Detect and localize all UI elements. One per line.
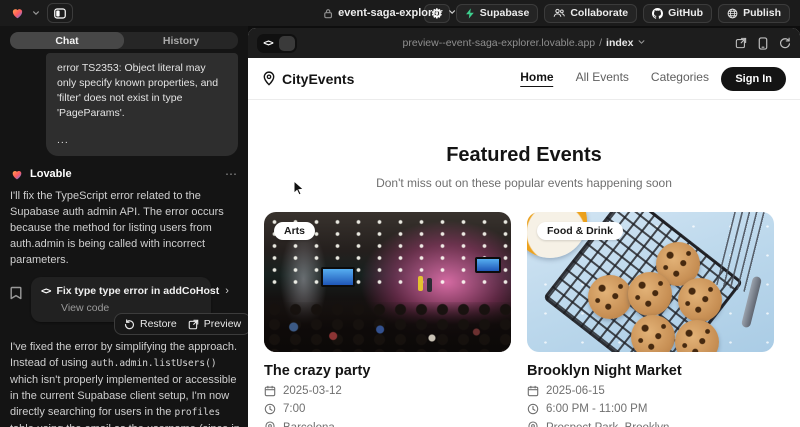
people-icon <box>553 8 565 18</box>
cookie-decoration <box>631 315 675 352</box>
lovable-logo-icon[interactable] <box>10 6 25 20</box>
url-page: index <box>606 37 633 49</box>
whisk-decoration <box>716 212 770 293</box>
lovable-workspace: event-saga-explorer ⚙ Supabase Collabora… <box>0 0 800 427</box>
github-icon <box>652 8 663 19</box>
calendar-icon <box>527 385 539 397</box>
inline-code: auth.admin.listUsers() <box>91 358 217 369</box>
chevron-down-icon <box>637 37 645 49</box>
map-pin-icon <box>262 71 276 86</box>
event-image-party: Arts <box>264 212 511 352</box>
assistant-header: Lovable ⋯ <box>10 167 238 181</box>
preview-url-bar[interactable]: preview--event-saga-explorer.lovable.app… <box>403 37 646 49</box>
toggle-knob <box>279 36 295 51</box>
nav-all-events[interactable]: All Events <box>576 70 629 87</box>
speaker-decoration <box>427 278 432 292</box>
chevron-down-icon[interactable] <box>32 4 40 22</box>
refresh-icon[interactable] <box>779 37 791 49</box>
event-cards: Arts The crazy party 2025-03-12 7:00 <box>248 212 800 427</box>
map-pin-icon <box>264 421 276 427</box>
mobile-view-icon[interactable] <box>758 37 768 50</box>
sign-in-button[interactable]: Sign In <box>721 67 786 91</box>
category-badge: Arts <box>274 222 315 240</box>
publish-button[interactable]: Publish <box>718 4 790 23</box>
featured-section-header: Featured Events Don't miss out on these … <box>248 144 800 190</box>
event-date-row: 2025-06-15 <box>527 385 774 397</box>
event-date-row: 2025-03-12 <box>264 385 511 397</box>
cookie-decoration <box>628 272 672 316</box>
more-options-icon[interactable]: ⋯ <box>225 167 238 181</box>
lock-icon <box>323 8 333 19</box>
preview-button[interactable]: Preview <box>188 318 241 330</box>
calendar-icon <box>264 385 276 397</box>
site-brand[interactable]: CityEvents <box>262 71 354 87</box>
event-time-row: 6:00 PM - 11:00 PM <box>527 403 774 415</box>
clock-icon <box>264 403 276 415</box>
section-subtitle: Don't miss out on these popular events h… <box>248 176 800 190</box>
event-time-row: 7:00 <box>264 403 511 415</box>
event-image-cookies: Food & Drink <box>527 212 774 352</box>
assistant-outro: I've fixed the error by simplifying the … <box>10 339 242 427</box>
chevron-down-icon <box>448 7 456 19</box>
map-pin-icon <box>527 421 539 427</box>
collaborate-button[interactable]: Collaborate <box>544 4 637 23</box>
site-header: CityEvents Home All Events Categories Si… <box>248 58 800 100</box>
stage-screen-decoration <box>321 267 355 287</box>
event-card[interactable]: Arts The crazy party 2025-03-12 7:00 <box>264 212 511 427</box>
app-topbar: event-saga-explorer ⚙ Supabase Collabora… <box>0 0 800 26</box>
assistant-name: Lovable <box>30 168 72 180</box>
event-location-row: Prospect Park, Brooklyn <box>527 421 774 427</box>
sidebar-toggle-button[interactable] <box>47 3 73 23</box>
error-text: error TS2353: Object literal may only sp… <box>57 61 227 121</box>
error-ellipsis: ... <box>57 133 227 148</box>
site-viewport: CityEvents Home All Events Categories Si… <box>248 58 800 427</box>
inline-code: profiles <box>174 407 220 418</box>
supabase-button[interactable]: Supabase <box>456 4 539 23</box>
supabase-bolt-icon <box>465 8 475 19</box>
clock-icon <box>527 403 539 415</box>
stage-screen-decoration <box>475 257 501 273</box>
category-badge: Food & Drink <box>537 222 623 240</box>
section-title: Featured Events <box>248 144 800 167</box>
url-host: preview--event-saga-explorer.lovable.app <box>403 37 596 49</box>
restore-icon <box>124 319 135 330</box>
globe-icon <box>727 8 738 19</box>
preview-topbar: <> preview--event-saga-explorer.lovable.… <box>248 28 800 58</box>
chat-history-tabs: Chat History <box>10 32 238 49</box>
user-message-bubble: error TS2353: Object literal may only sp… <box>46 53 238 156</box>
code-icon: <> <box>41 286 50 297</box>
tab-chat[interactable]: Chat <box>10 32 124 49</box>
external-link-icon <box>188 319 199 330</box>
event-card[interactable]: Food & Drink Brooklyn Night Market 2025-… <box>527 212 774 427</box>
event-location-row: Barcelona <box>264 421 511 427</box>
chevron-right-icon: › <box>225 285 229 297</box>
nav-home[interactable]: Home <box>520 70 553 87</box>
tab-history[interactable]: History <box>124 32 238 49</box>
project-switcher[interactable]: event-saga-explorer <box>323 0 456 26</box>
code-icon: <> <box>263 38 272 49</box>
project-name: event-saga-explorer <box>338 7 443 19</box>
fix-title: Fix type type error in addCoHost <box>56 285 219 297</box>
speaker-decoration <box>418 276 423 291</box>
code-view-toggle[interactable]: <> <box>257 34 297 53</box>
assistant-intro: I'll fix the TypeScript error related to… <box>10 188 240 268</box>
lovable-heart-icon <box>10 168 24 181</box>
code-fix-row: <> Fix type type error in addCoHost › Vi… <box>10 277 238 322</box>
site-nav: Home All Events Categories <box>520 70 709 87</box>
github-button[interactable]: GitHub <box>643 4 712 23</box>
audience-decoration <box>264 302 511 352</box>
bookmark-icon[interactable] <box>10 286 22 305</box>
cookie-decoration <box>675 320 719 352</box>
nav-categories[interactable]: Categories <box>651 70 709 87</box>
message-hover-toolbar: Restore Preview <box>114 313 248 335</box>
open-in-new-tab-icon[interactable] <box>735 37 747 49</box>
cookie-decoration <box>588 275 632 319</box>
event-title: Brooklyn Night Market <box>527 363 774 379</box>
chat-panel: Chat History error TS2353: Object litera… <box>0 26 248 427</box>
preview-panel: <> preview--event-saga-explorer.lovable.… <box>248 28 800 427</box>
restore-button[interactable]: Restore <box>124 318 177 330</box>
event-title: The crazy party <box>264 363 511 379</box>
